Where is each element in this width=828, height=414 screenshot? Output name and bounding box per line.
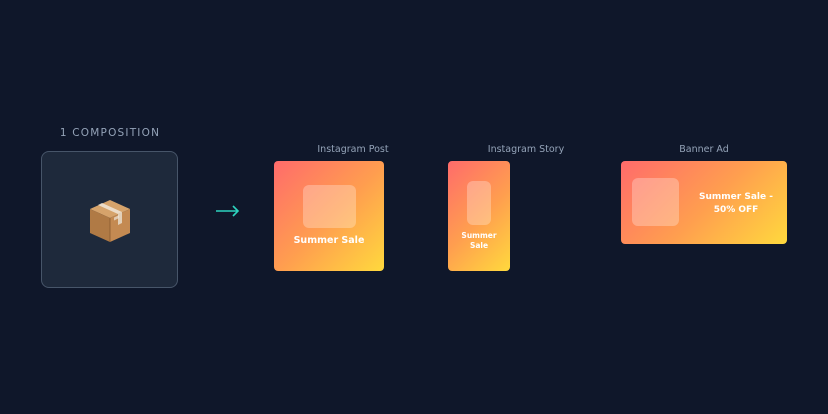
image-placeholder (632, 178, 679, 226)
right-arrow-icon (216, 205, 240, 217)
card-text: Summer Sale - 50% OFF (691, 191, 781, 217)
image-placeholder (467, 181, 491, 225)
format-label-instagram-post: Instagram Post (317, 144, 389, 155)
card-text-line: Summer Sale - (699, 192, 773, 202)
format-label-banner-ad: Banner Ad (679, 144, 729, 155)
image-placeholder (303, 185, 356, 228)
card-text: Summer Sale (448, 231, 510, 251)
instagram-post-card: Summer Sale (274, 161, 384, 271)
card-text-line: Sale (469, 241, 489, 250)
banner-ad-card: Summer Sale - 50% OFF (621, 161, 787, 244)
format-label-instagram-story: Instagram Story (487, 144, 565, 155)
card-text-line: 50% OFF (713, 205, 759, 215)
card-text: Summer Sale (293, 235, 365, 246)
package-box-icon (90, 200, 130, 242)
card-text-line: Summer (461, 231, 497, 240)
instagram-story-card: Summer Sale (448, 161, 510, 271)
composition-label: 1 COMPOSITION (59, 127, 161, 139)
composition-box (41, 151, 178, 288)
